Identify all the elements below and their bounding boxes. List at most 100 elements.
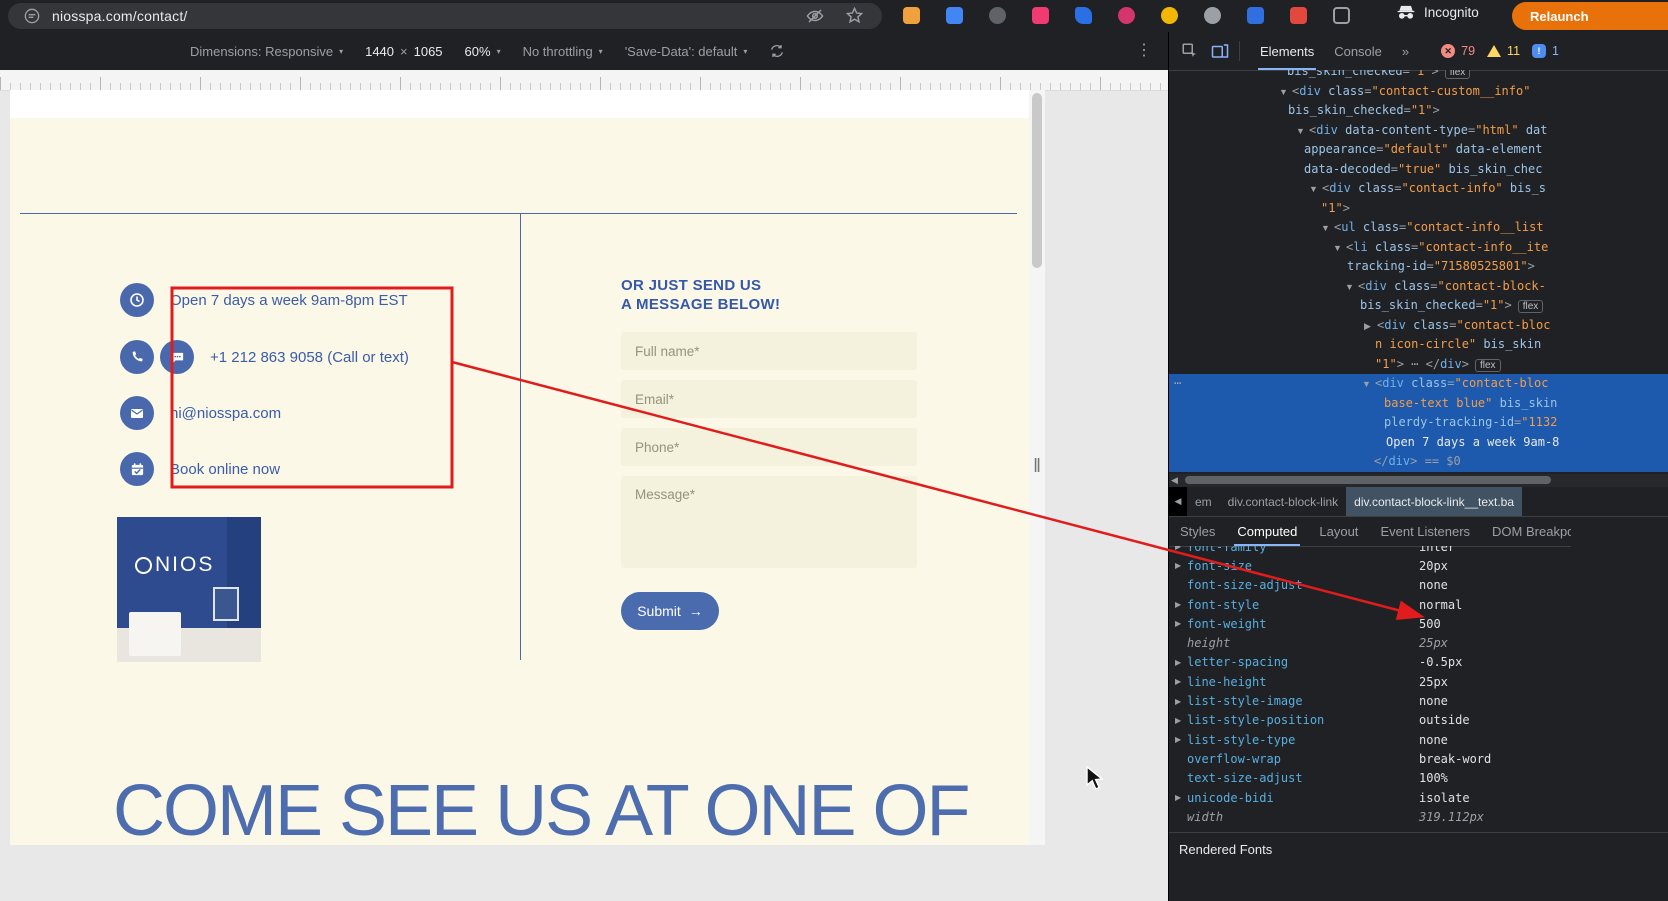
dom-tree-row[interactable]: ▼ <div class="contact-info" bis_s <box>1169 179 1668 199</box>
dom-tree-row[interactable]: bis_skin_checked="1"> <box>1169 101 1668 121</box>
dom-tree-row[interactable]: tracking-id="71580525801"> <box>1169 257 1668 277</box>
dom-tree-row[interactable]: appearance="default" data-element <box>1169 140 1668 160</box>
expand-arrow-icon[interactable]: ▶ <box>1175 677 1187 686</box>
extension-2-icon[interactable] <box>946 7 963 24</box>
dom-tree-row[interactable]: n icon-circle" bis_skin <box>1169 335 1668 355</box>
collapse-arrow-icon[interactable]: ▼ <box>1279 83 1292 103</box>
extension-6-icon[interactable] <box>1118 7 1135 24</box>
device-toggle-icon[interactable] <box>1211 42 1229 60</box>
expand-arrow-icon[interactable]: ▶ <box>1175 619 1187 628</box>
computed-property-row[interactable]: ▶ letter-spacing -0.5px <box>1169 653 1668 672</box>
flex-badge[interactable]: flex <box>1517 300 1544 313</box>
computed-property-row[interactable]: text-size-adjust 100% <box>1169 769 1668 788</box>
viewport-height-input[interactable]: 1065 <box>414 44 443 59</box>
url-text[interactable]: niosspa.com/contact/ <box>52 8 188 24</box>
phone-field[interactable] <box>621 428 917 466</box>
computed-property-row[interactable]: ▶ unicode-bidi isolate <box>1169 788 1668 807</box>
computed-property-row[interactable]: ▶ line-height 25px <box>1169 672 1668 691</box>
contact-item[interactable]: Open 7 days a week 9am-8pm EST <box>120 283 408 317</box>
inspect-icon[interactable] <box>1181 42 1199 60</box>
expand-arrow-icon[interactable]: ▶ <box>1175 697 1187 706</box>
expand-arrow-icon[interactable]: ▶ <box>1175 546 1187 551</box>
dom-tree-row[interactable]: data-decoded="true" bis_skin_chec <box>1169 160 1668 180</box>
computed-property-row[interactable]: ▶ font-size 20px <box>1169 556 1668 575</box>
full-name-field[interactable] <box>621 332 917 370</box>
computed-property-row[interactable]: height 25px <box>1169 633 1668 652</box>
expand-arrow-icon[interactable]: ▶ <box>1175 716 1187 725</box>
dom-tree-row[interactable]: ▼ <div data-content-type="html" dat <box>1169 121 1668 141</box>
rotate-icon[interactable] <box>769 43 785 59</box>
computed-property-row[interactable]: overflow-wrap break-word <box>1169 749 1668 768</box>
computed-property-row[interactable]: ▶ font-family inter <box>1169 546 1668 556</box>
dom-tree-row[interactable]: </div> == $0 <box>1169 452 1668 472</box>
dimensions-select[interactable]: Dimensions: Responsive ▾ <box>190 44 343 59</box>
scrollbar-thumb[interactable] <box>1032 93 1042 268</box>
sidebar-tab-layout[interactable]: Layout <box>1308 516 1369 546</box>
dom-tree-row[interactable]: base-text blue" bis_skin <box>1169 393 1668 413</box>
computed-property-row[interactable]: font-size-adjust none <box>1169 576 1668 595</box>
save-data-select[interactable]: 'Save-Data': default ▾ <box>625 44 748 59</box>
viewport-resize-handle[interactable]: ‖ <box>1030 452 1044 482</box>
dom-tree-row[interactable]: ▶ <div class="contact-bloc <box>1169 316 1668 336</box>
extension-8-icon[interactable] <box>1204 7 1221 24</box>
collapse-arrow-icon[interactable]: ▼ <box>1333 239 1346 259</box>
extension-5-icon[interactable] <box>1075 7 1092 24</box>
extension-4-icon[interactable] <box>1032 7 1049 24</box>
bookmark-star-icon[interactable] <box>846 7 863 24</box>
breadcrumb-item[interactable]: em <box>1187 487 1220 516</box>
submit-button[interactable]: Submit → <box>621 592 719 630</box>
dom-tree-row[interactable]: "1"> ⋯ </div> flex <box>1169 355 1668 375</box>
computed-property-row[interactable]: ▶ list-style-image none <box>1169 691 1668 710</box>
row-options-icon[interactable]: ⋯ <box>1174 374 1181 394</box>
flex-badge[interactable]: flex <box>1475 358 1501 372</box>
computed-property-row[interactable]: ▶ font-weight 500 <box>1169 614 1668 633</box>
sidebar-tab-computed[interactable]: Computed <box>1226 516 1308 546</box>
omnibox[interactable]: niosspa.com/contact/ <box>8 3 882 29</box>
dom-tree-row[interactable]: ▼ <li class="contact-info__ite <box>1169 238 1668 258</box>
viewport-width-input[interactable]: 1440 <box>365 44 394 59</box>
extension-9-icon[interactable] <box>1247 7 1264 24</box>
flex-badge[interactable]: flex <box>1444 70 1471 79</box>
device-toolbar-menu-icon[interactable]: ⋮ <box>1136 40 1152 60</box>
contact-item[interactable]: Book online now <box>120 452 280 486</box>
dom-tree-row[interactable]: ▼ <ul class="contact-info__list <box>1169 218 1668 238</box>
computed-property-row[interactable]: ▶ list-style-type none <box>1169 730 1668 749</box>
dom-tree-row[interactable]: bis_skin_checked="1"> flex <box>1169 70 1668 82</box>
dom-tree-row[interactable]: ▼ <div class="contact-custom__info" <box>1169 82 1668 102</box>
expand-arrow-icon[interactable]: ▶ <box>1175 793 1187 802</box>
hscrollbar-thumb[interactable] <box>1185 476 1551 484</box>
expand-arrow-icon[interactable]: ▶ <box>1175 735 1187 744</box>
dom-tree-row[interactable]: ▼ <div class="contact-block- <box>1169 277 1668 297</box>
contact-item[interactable]: hi@niosspa.com <box>120 396 281 430</box>
warning-count[interactable]: 11 <box>1507 44 1520 58</box>
collapse-arrow-icon[interactable]: ▼ <box>1309 180 1322 200</box>
zoom-select[interactable]: 60% ▾ <box>465 44 501 59</box>
extension-3-icon[interactable] <box>989 7 1006 24</box>
collapse-arrow-icon[interactable]: ▼ <box>1321 219 1334 239</box>
tab-elements[interactable]: Elements <box>1250 32 1324 70</box>
collapse-arrow-icon[interactable]: ▼ <box>1345 278 1358 298</box>
eye-off-icon[interactable] <box>806 7 824 25</box>
extension-7-icon[interactable] <box>1161 7 1178 24</box>
expand-arrow-icon[interactable]: ▶ <box>1364 317 1377 337</box>
sidebar-tab-event-listeners[interactable]: Event Listeners <box>1369 516 1481 546</box>
throttling-select[interactable]: No throttling ▾ <box>523 44 603 59</box>
breadcrumb-back-icon[interactable]: ◀ <box>1169 487 1187 516</box>
dom-tree-row[interactable]: plerdy-tracking-id="1132 <box>1169 413 1668 433</box>
sidebar-tab-styles[interactable]: Styles <box>1169 516 1226 546</box>
dom-tree-row[interactable]: "1"> <box>1169 199 1668 219</box>
elements-horizontal-scrollbar[interactable]: ◀ <box>1169 474 1668 487</box>
dom-tree-row[interactable]: Open 7 days a week 9am-8 <box>1169 432 1668 452</box>
error-count[interactable]: 79 <box>1461 44 1475 58</box>
contact-item[interactable]: +1 212 863 9058 (Call or text) <box>120 340 409 374</box>
extension-10-icon[interactable] <box>1290 7 1307 24</box>
expand-arrow-icon[interactable]: ▶ <box>1175 600 1187 609</box>
sidebar-tab-dom-breakpoints[interactable]: DOM Breakpoints <box>1481 516 1571 546</box>
email-field[interactable] <box>621 380 917 418</box>
tune-icon[interactable] <box>24 8 40 24</box>
more-tabs-button[interactable]: » <box>1392 32 1419 70</box>
computed-property-row[interactable]: width 319.112px <box>1169 807 1668 826</box>
breadcrumb-item[interactable]: div.contact-block-link <box>1220 487 1346 516</box>
issue-badges[interactable]: ✕ 79 11 ! 1 <box>1441 44 1559 58</box>
breadcrumb-item[interactable]: div.contact-block-link__text.ba <box>1346 487 1523 516</box>
